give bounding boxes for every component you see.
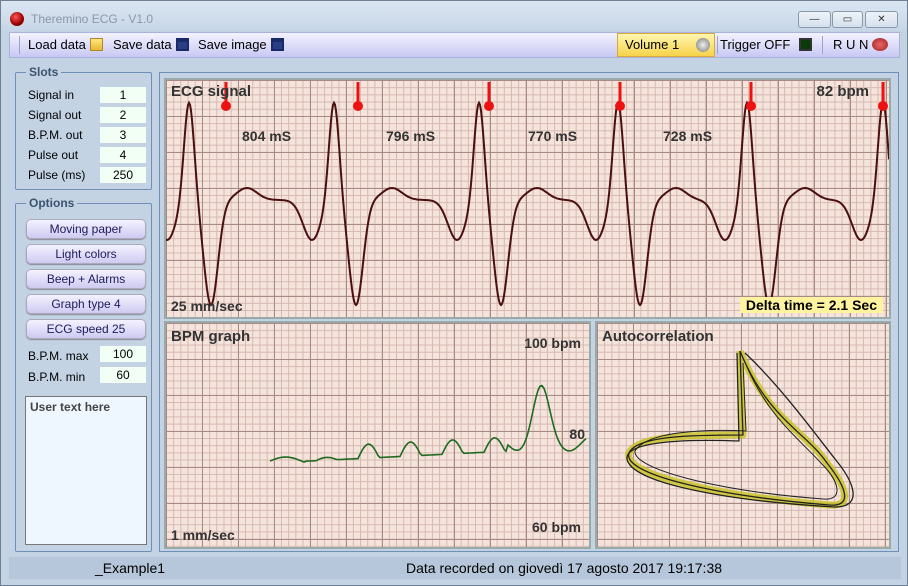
save-data-label: Save data [113,37,172,52]
slot-label: B.P.M. out [28,128,83,142]
bpm-graph-panel: BPM graph 100 bpm 80 60 bpm 1 mm/sec [164,321,591,549]
bpm-max-label: B.P.M. max [28,349,89,363]
bpm-current-value: 80 [569,426,585,442]
oscilloscope-icon [799,38,813,51]
window-title: Theremino ECG - V1.0 [31,12,154,26]
beat-marker-dot [878,101,888,111]
floppy-disk-icon [175,38,189,51]
speaker-icon [696,38,710,52]
save-data-button[interactable]: Save data [113,37,189,52]
ecg-trace [166,82,889,307]
slots-group: Slots Signal in 1 Signal out 2 B.P.M. ou… [15,65,152,190]
slot-label: Pulse out [28,148,79,162]
save-image-button[interactable]: Save image [198,37,284,52]
save-image-label: Save image [198,37,267,52]
volume-label: Volume 1 [625,37,680,52]
bpm-min-axis-label: 60 bpm [531,519,581,535]
moving-paper-button[interactable]: Moving paper [26,219,146,239]
light-colors-button[interactable]: Light colors [26,244,146,264]
bpm-out-field[interactable]: 3 [100,127,146,143]
bpm-min-field[interactable]: 60 [100,367,146,383]
slot-label: Signal in [28,88,75,102]
floppy-disk-icon [270,38,284,51]
minimize-button[interactable]: — [798,11,831,28]
delta-time-badge: Delta time = 2.1 Sec [739,297,883,313]
autocorrelation-panel: Autocorrelation [595,321,891,549]
rr-interval: 804 mS [242,128,292,144]
folder-open-icon [89,38,103,51]
pulse-out-field[interactable]: 4 [100,147,146,163]
load-data-button[interactable]: Load data [28,37,103,52]
recorded-date: Data recorded on giovedì 17 agosto 2017 … [406,560,723,576]
ecg-speed-label: 25 mm/sec [171,298,243,314]
file-name: _Example1 [95,560,166,576]
load-data-label: Load data [28,37,86,52]
signal-in-field[interactable]: 1 [100,87,146,103]
rr-interval: 796 mS [386,128,436,144]
graph-type-button[interactable]: Graph type 4 [26,294,146,314]
bpm-speed-label: 1 mm/sec [171,527,235,543]
ecg-bpm-readout: 82 bpm [816,83,869,100]
autocorrelation-trace [625,349,854,509]
slot-label: Pulse (ms) [28,168,86,182]
volume-button[interactable]: Volume 1 [617,33,715,57]
slots-title: Slots [26,65,62,79]
heart-icon [872,38,889,51]
run-button[interactable]: R U N [833,37,889,52]
beat-marker-dot [615,101,625,111]
beat-marker-dot [353,101,363,111]
beat-marker-dot [484,101,494,111]
status-bar: _Example1 Data recorded on giovedì 17 ag… [9,557,901,579]
app-window: Theremino ECG - V1.0 — ▭ ✕ Load data Sav… [0,0,908,586]
bpm-max-field[interactable]: 100 [100,346,146,362]
bpm-trace [269,384,587,463]
trigger-label: Trigger OFF [720,37,791,52]
user-text-area[interactable]: User text here [25,396,147,545]
toolbar: Load data Save data Save image Volume 1 … [9,32,900,58]
beat-marker-dot [221,101,231,111]
autocorrelation-title: Autocorrelation [602,328,714,345]
slot-signal-in: Signal in [28,88,74,102]
rr-interval: 728 mS [663,128,713,144]
rr-interval: 770 mS [528,128,578,144]
ecg-speed-button[interactable]: ECG speed 25 [26,319,146,339]
bpm-graph-title: BPM graph [171,328,251,345]
bpm-min-label: B.P.M. min [28,370,86,384]
beat-marker-dot [746,101,756,111]
title-bar: Theremino ECG - V1.0 — ▭ ✕ [1,1,907,31]
beep-alarms-button[interactable]: Beep + Alarms [26,269,146,289]
signal-out-field[interactable]: 2 [100,107,146,123]
maximize-button[interactable]: ▭ [832,11,863,28]
options-group: Options Moving paper Light colors Beep +… [15,196,152,552]
ecg-title: ECG signal [171,83,252,100]
close-button[interactable]: ✕ [865,11,898,28]
trigger-button[interactable]: Trigger OFF [720,37,813,52]
bpm-line [269,384,587,463]
app-icon [10,12,24,26]
run-label: R U N [833,37,869,52]
slot-label: Signal out [28,108,82,122]
pulse-ms-field[interactable]: 250 [100,167,146,183]
options-title: Options [26,196,78,210]
ecg-panel: ECG signal 82 bpm 804 mS 796 mS 770 mS 7… [164,78,891,319]
bpm-max-axis-label: 100 bpm [524,335,581,351]
